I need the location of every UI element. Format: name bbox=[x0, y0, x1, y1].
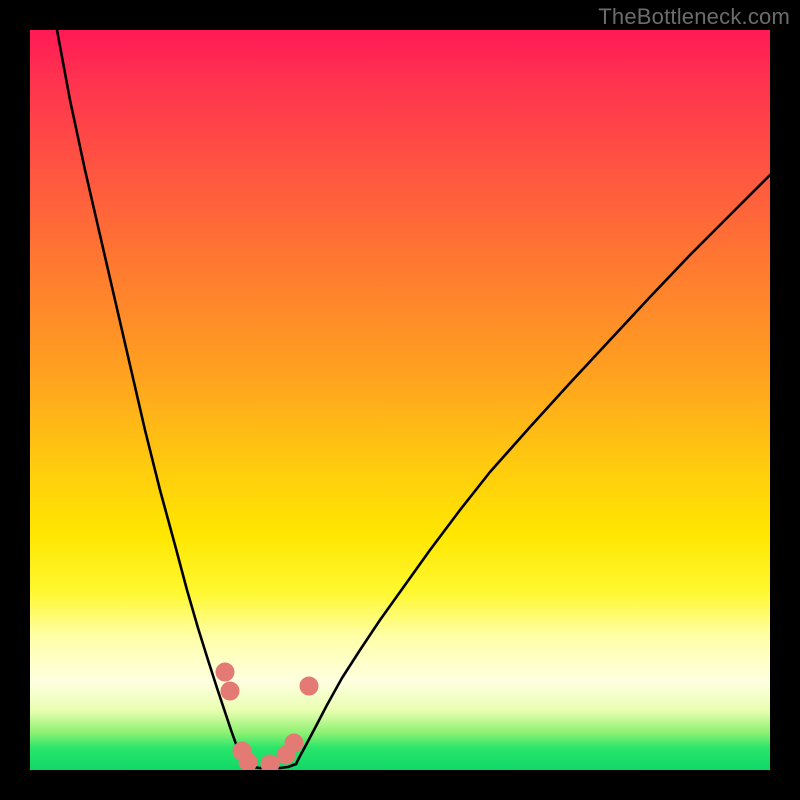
watermark-label: TheBottleneck.com bbox=[598, 4, 790, 30]
chart-frame: TheBottleneck.com bbox=[0, 0, 800, 800]
data-marker bbox=[221, 682, 239, 700]
data-marker bbox=[300, 677, 318, 695]
data-marker bbox=[261, 755, 279, 770]
curves-layer bbox=[30, 30, 770, 770]
data-marker bbox=[285, 734, 303, 752]
series-right-branch bbox=[296, 175, 770, 764]
data-marker bbox=[239, 753, 257, 770]
plot-area bbox=[30, 30, 770, 770]
series-left-branch bbox=[57, 30, 245, 764]
data-marker bbox=[216, 663, 234, 681]
